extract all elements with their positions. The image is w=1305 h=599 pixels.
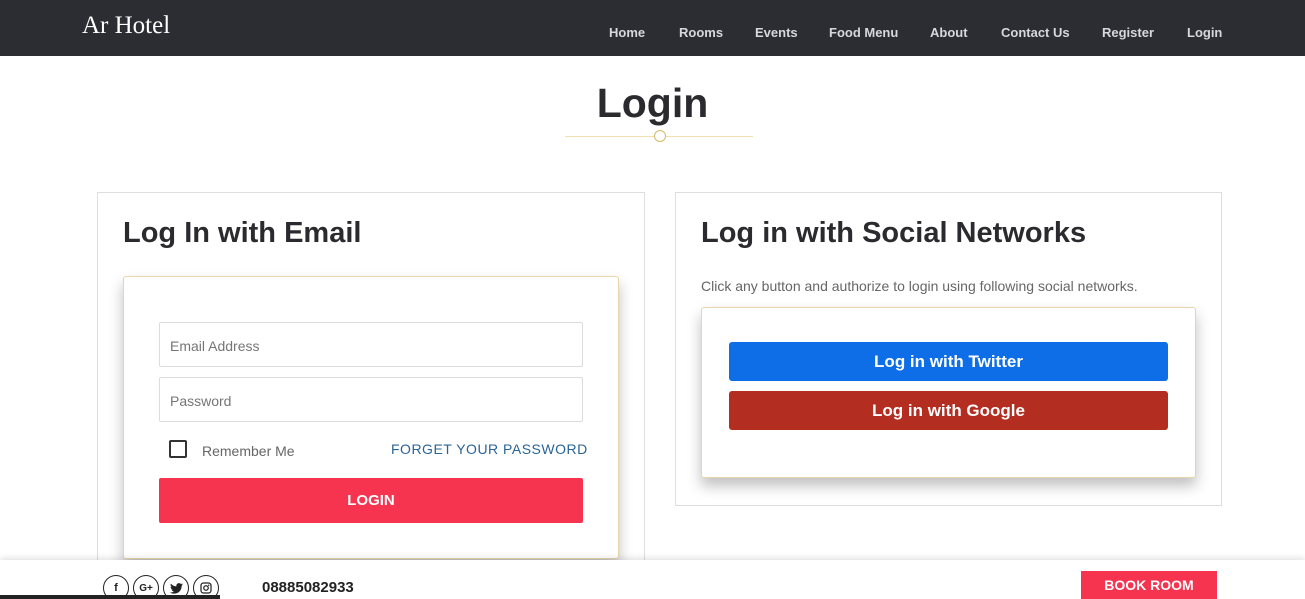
- remember-me-checkbox[interactable]: [169, 440, 187, 458]
- nav-item-food-menu[interactable]: Food Menu: [829, 25, 898, 40]
- page-title: Login: [596, 80, 709, 126]
- twitter-bird-glyph: [169, 582, 183, 594]
- nav-item-home[interactable]: Home: [609, 25, 645, 40]
- twitter-login-button[interactable]: Log in with Twitter: [729, 342, 1168, 381]
- title-divider-right: [666, 136, 753, 137]
- title-divider-left: [565, 136, 654, 137]
- login-button[interactable]: LOGIN: [159, 478, 583, 523]
- remember-me-label: Remember Me: [202, 443, 295, 459]
- footer-strip: [0, 595, 220, 599]
- nav-item-contact-us[interactable]: Contact Us: [1001, 25, 1070, 40]
- email-placeholder: Email Address: [170, 338, 260, 354]
- social-description: Click any button and authorize to login …: [701, 278, 1138, 294]
- nav-item-about[interactable]: About: [930, 25, 968, 40]
- title-divider-circle: [654, 130, 666, 142]
- book-room-button[interactable]: BOOK ROOM: [1081, 571, 1217, 599]
- nav-item-rooms[interactable]: Rooms: [679, 25, 723, 40]
- nav-item-register[interactable]: Register: [1102, 25, 1154, 40]
- phone-number: 08885082933: [262, 579, 354, 596]
- forget-password-link[interactable]: FORGET YOUR PASSWORD: [391, 441, 588, 457]
- nav-item-events[interactable]: Events: [755, 25, 798, 40]
- top-navbar: Ar Hotel Home Rooms Events Food Menu Abo…: [0, 0, 1305, 56]
- instagram-glyph: [200, 582, 212, 594]
- main-nav: Home Rooms Events Food Menu About Contac…: [0, 25, 1305, 41]
- email-panel-heading: Log In with Email: [123, 217, 362, 249]
- nav-item-login[interactable]: Login: [1187, 25, 1222, 40]
- social-panel-heading: Log in with Social Networks: [701, 217, 1087, 249]
- password-field[interactable]: Password: [159, 377, 583, 422]
- password-placeholder: Password: [170, 393, 232, 409]
- google-login-button[interactable]: Log in with Google: [729, 391, 1168, 430]
- email-field[interactable]: Email Address: [159, 322, 583, 367]
